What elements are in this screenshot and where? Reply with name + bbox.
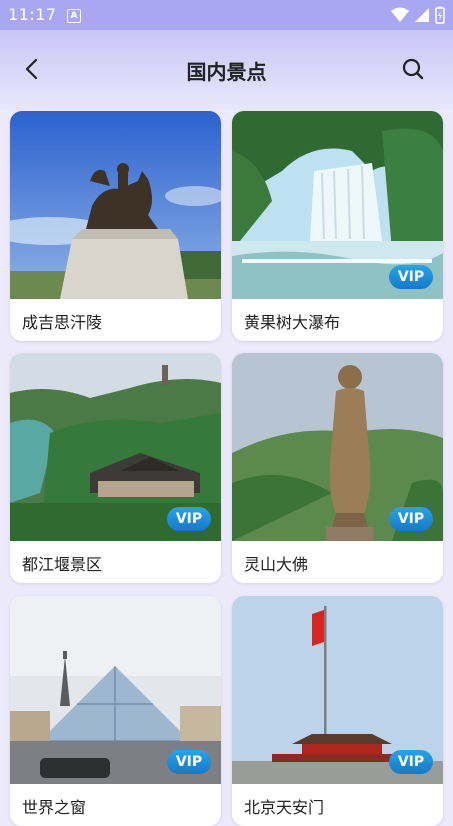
vip-badge: VIP bbox=[389, 507, 433, 531]
vip-badge: VIP bbox=[167, 750, 211, 774]
vip-badge: VIP bbox=[167, 507, 211, 531]
scenic-card[interactable]: VIP 黄果树大瀑布 bbox=[232, 111, 443, 341]
scenic-card[interactable]: 成吉思汗陵 bbox=[10, 111, 221, 341]
scenic-card[interactable]: VIP 世界之窗 bbox=[10, 596, 221, 826]
scenic-card[interactable]: VIP 灵山大佛 bbox=[232, 353, 443, 583]
scenic-name: 世界之窗 bbox=[22, 798, 87, 817]
vip-badge: VIP bbox=[389, 265, 433, 289]
scenic-name: 灵山大佛 bbox=[244, 555, 309, 574]
scenic-name: 黄果树大瀑布 bbox=[244, 313, 341, 332]
scenic-name: 北京天安门 bbox=[244, 798, 325, 817]
scenic-name: 成吉思汗陵 bbox=[22, 313, 103, 332]
scenic-card[interactable]: VIP 北京天安门 bbox=[232, 596, 443, 826]
vip-badge: VIP bbox=[389, 750, 433, 774]
scenic-card[interactable]: VIP 都江堰景区 bbox=[10, 353, 221, 583]
scenic-name: 都江堰景区 bbox=[22, 555, 103, 574]
scenic-grid: 成吉思汗陵 VIP 黄果树大瀑布 VIP 都江堰景区 VIP 灵山大佛 VIP … bbox=[0, 0, 453, 826]
scenic-photo bbox=[10, 111, 221, 299]
